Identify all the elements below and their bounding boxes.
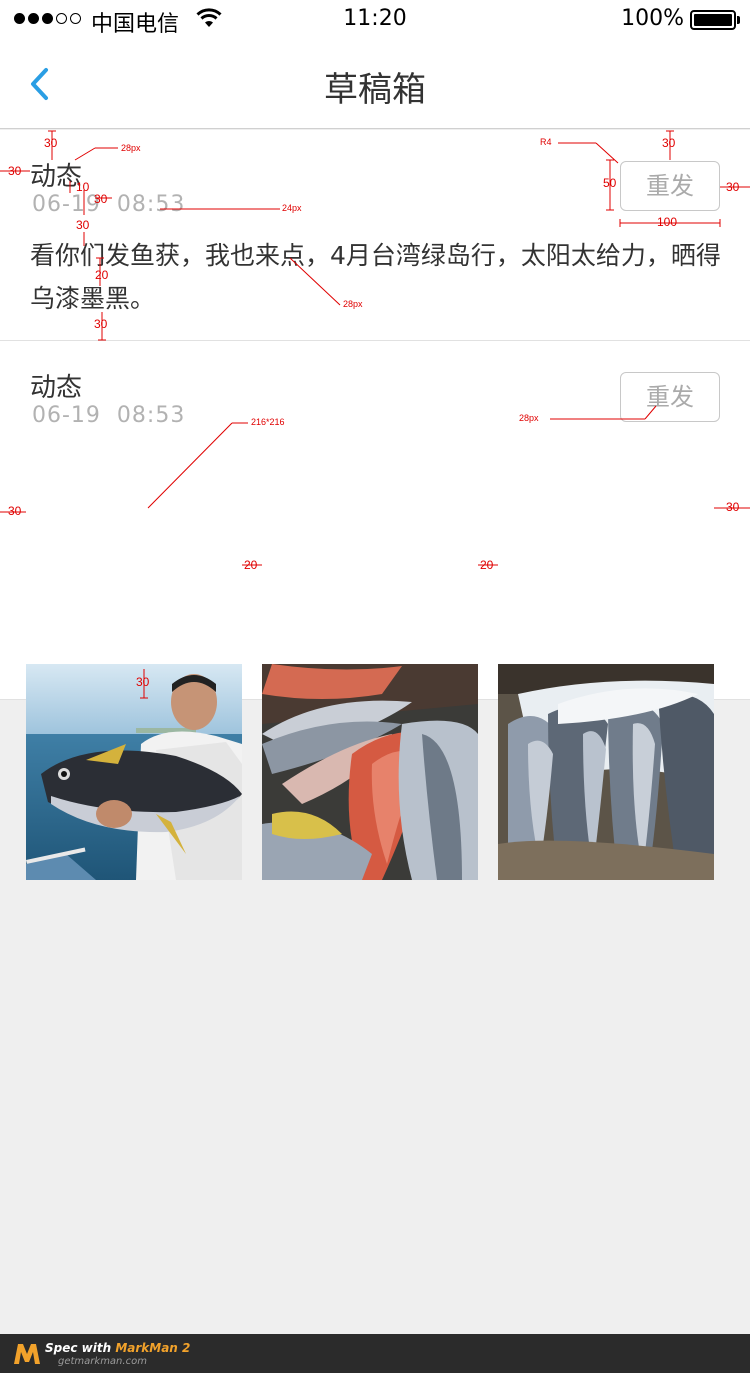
draft-type-label: 动态 bbox=[30, 162, 83, 192]
status-bar: 中国电信 11:20 100% bbox=[0, 0, 750, 40]
draft-item: 动态 06-19 08:53 重发 bbox=[0, 341, 750, 880]
draft-item: 动态 06-19 08:53 重发 看你们发鱼获，我也来点，4月台湾绿岛行，太阳… bbox=[0, 130, 750, 341]
draft-photo-grid bbox=[26, 664, 714, 880]
draft-timestamp: 06-19 08:53 bbox=[32, 192, 186, 217]
markman-logo-icon bbox=[14, 1344, 40, 1364]
draft-timestamp: 06-19 08:53 bbox=[32, 403, 186, 428]
footer-brand-name: MarkMan 2 bbox=[115, 1341, 191, 1355]
footer-url: getmarkman.com bbox=[58, 1356, 147, 1367]
draft-photo-thumbnail[interactable] bbox=[262, 664, 478, 880]
resend-button[interactable]: 重发 bbox=[620, 372, 720, 422]
draft-content-text: 看你们发鱼获，我也来点，4月台湾绿岛行，太阳太给力，晒得乌漆墨黑。 bbox=[30, 241, 721, 313]
battery-icon bbox=[690, 10, 740, 30]
page-title: 草稿箱 bbox=[324, 70, 426, 110]
draft-list: 动态 06-19 08:53 重发 看你们发鱼获，我也来点，4月台湾绿岛行，太阳… bbox=[0, 130, 750, 880]
draft-type-label: 动态 bbox=[30, 373, 83, 403]
draft-photo-thumbnail[interactable] bbox=[26, 664, 242, 880]
resend-button[interactable]: 重发 bbox=[620, 161, 720, 211]
navigation-bar: 草稿箱 bbox=[0, 40, 750, 129]
footer-brand-text: Spec with MarkMan 2 bbox=[45, 1341, 190, 1355]
markman-footer: Spec with MarkMan 2 getmarkman.com bbox=[0, 1334, 750, 1373]
draft-photo-thumbnail[interactable] bbox=[498, 664, 714, 880]
battery-percent: 100% bbox=[621, 6, 684, 31]
footer-spec-with: Spec with bbox=[45, 1341, 116, 1355]
